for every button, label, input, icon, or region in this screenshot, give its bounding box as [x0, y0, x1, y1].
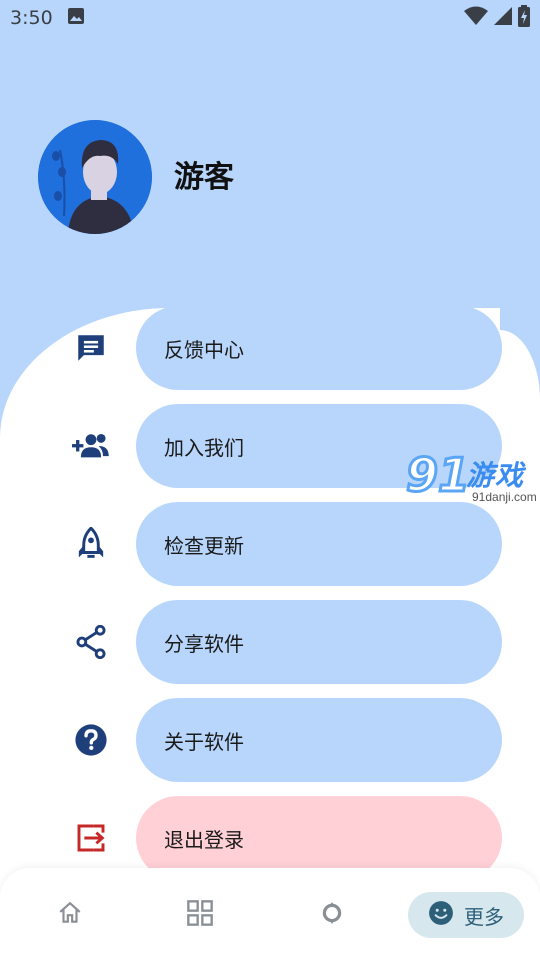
watermark-logo: 91 游戏 91danji.com	[404, 447, 540, 508]
nav-more[interactable]: 更多	[408, 892, 524, 938]
user-avatar[interactable]	[38, 120, 152, 234]
signal-icon	[492, 6, 514, 30]
battery-charging-icon	[518, 5, 530, 31]
menu-item-about[interactable]: 关于软件	[0, 698, 540, 782]
home-icon	[57, 900, 83, 930]
smile-icon	[428, 900, 454, 930]
nav-discover[interactable]	[308, 892, 356, 938]
status-time: 3:50	[10, 7, 53, 29]
menu-item-share[interactable]: 分享软件	[0, 600, 540, 684]
logout-icon	[70, 817, 112, 859]
feedback-icon	[70, 327, 112, 369]
watermark-sub: 91danji.com	[472, 490, 537, 504]
menu-label-share[interactable]: 分享软件	[136, 600, 502, 684]
status-bar: 3:50	[0, 0, 540, 36]
share-icon	[70, 621, 112, 663]
rocket-icon	[70, 523, 112, 565]
nav-grid[interactable]	[176, 892, 224, 938]
wifi-icon	[464, 6, 488, 30]
add-group-icon	[70, 425, 112, 467]
discover-icon	[319, 900, 345, 930]
nav-home[interactable]	[46, 892, 94, 938]
username: 游客	[174, 160, 234, 195]
menu-item-feedback[interactable]: 反馈中心	[0, 306, 540, 390]
grid-icon	[186, 899, 214, 931]
nav-more-label: 更多	[464, 904, 504, 929]
menu-item-check-update[interactable]: 检查更新	[0, 502, 540, 586]
menu-label-check-update[interactable]: 检查更新	[136, 502, 502, 586]
help-icon	[70, 719, 112, 761]
bottom-nav: 更多	[0, 868, 540, 960]
watermark-text: 游戏	[466, 459, 525, 492]
menu-label-about[interactable]: 关于软件	[136, 698, 502, 782]
watermark-number: 91	[404, 447, 471, 504]
menu-label-feedback[interactable]: 反馈中心	[136, 306, 502, 390]
image-icon	[67, 7, 85, 29]
